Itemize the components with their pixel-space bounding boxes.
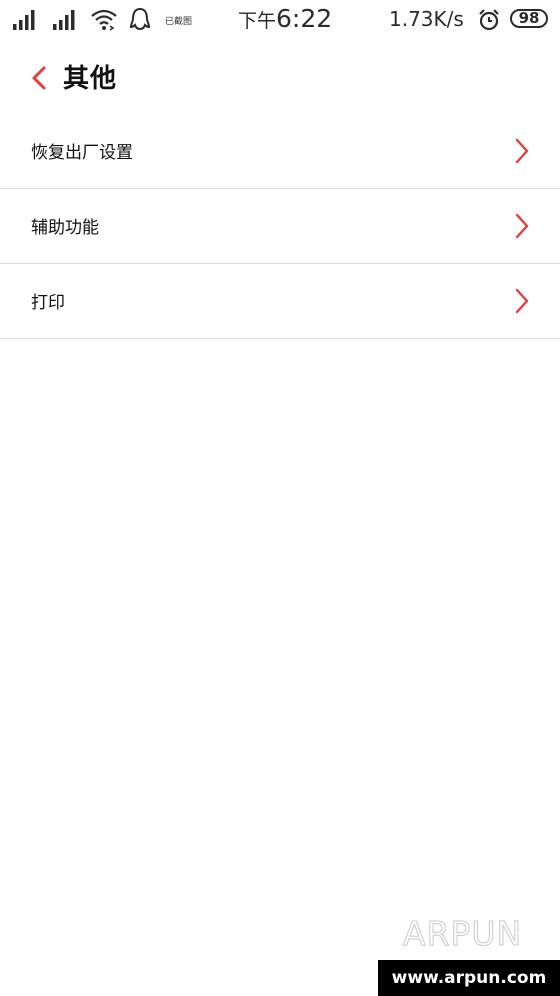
chevron-right-icon	[515, 213, 529, 239]
network-speed: 1.73K/s	[389, 7, 464, 31]
battery-icon: 98	[510, 9, 548, 28]
settings-item-print[interactable]: 打印	[0, 264, 560, 339]
qq-icon	[129, 7, 151, 31]
watermark-url: www.arpun.com	[378, 960, 560, 996]
clock: 下午6:22	[238, 4, 332, 33]
settings-item-label: 恢复出厂设置	[31, 143, 133, 163]
page-header: 其他	[0, 42, 560, 112]
settings-item-factory-reset[interactable]: 恢复出厂设置	[0, 114, 560, 189]
chevron-left-icon	[32, 66, 46, 90]
settings-item-accessibility[interactable]: 辅助功能	[0, 189, 560, 264]
clock-ampm: 下午	[238, 10, 277, 32]
page-title: 其他	[63, 64, 118, 94]
settings-item-label: 辅助功能	[31, 218, 99, 238]
clock-time: 6:22	[276, 4, 333, 33]
battery-level: 98	[518, 9, 540, 27]
signal-icon	[13, 10, 35, 30]
settings-item-label: 打印	[31, 293, 65, 313]
signal-icon	[53, 10, 75, 30]
alarm-icon	[479, 9, 499, 31]
chevron-right-icon	[515, 138, 529, 164]
chevron-right-icon	[515, 288, 529, 314]
wifi-icon	[91, 9, 117, 31]
watermark-logo: ARPUN	[402, 914, 523, 954]
settings-list: 恢复出厂设置 辅助功能 打印	[0, 114, 560, 339]
status-bar: 已截图 下午6:22 1.73K/s 98	[0, 0, 560, 42]
screenshot-status-text: 已截图	[165, 17, 193, 27]
back-button[interactable]	[22, 60, 58, 96]
